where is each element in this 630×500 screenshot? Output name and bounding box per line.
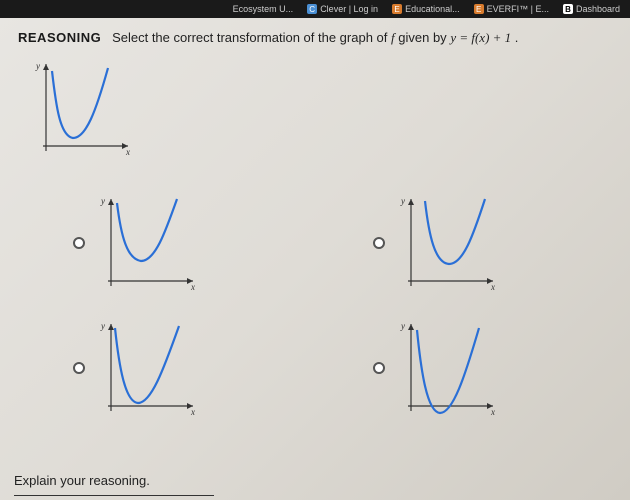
tab-label: Ecosystem U...	[233, 4, 294, 14]
y-axis-label: y	[35, 61, 40, 71]
graph-choice-c: y x	[93, 316, 203, 421]
graph-choices-area: y x y x	[18, 56, 612, 466]
dashboard-icon: B	[563, 4, 573, 14]
clever-icon: C	[307, 4, 317, 14]
graph-choice-a: y x	[93, 191, 203, 296]
svg-text:y: y	[400, 321, 405, 331]
prompt-f: f	[391, 30, 395, 45]
tab-label: EVERFI™ | E...	[487, 4, 549, 14]
svg-text:y: y	[100, 321, 105, 331]
tab-dashboard[interactable]: B Dashboard	[557, 2, 626, 16]
choice-a: y x	[73, 191, 203, 296]
question-prompt: REASONING Select the correct transformat…	[18, 28, 612, 48]
graph-f-original: y x	[28, 56, 138, 161]
svg-text:y: y	[400, 196, 405, 206]
tab-clever[interactable]: C Clever | Log in	[301, 2, 384, 16]
svg-text:y: y	[100, 196, 105, 206]
choice-b: y x	[373, 191, 503, 296]
x-axis-label: x	[125, 147, 130, 157]
tab-label: Clever | Log in	[320, 4, 378, 14]
choice-c: y x	[73, 316, 203, 421]
prompt-text-mid: given by	[398, 30, 450, 45]
graph-choice-b: y x	[393, 191, 503, 296]
tab-ecosystem[interactable]: Ecosystem U...	[227, 2, 300, 16]
tab-everfi[interactable]: E EVERFI™ | E...	[468, 2, 555, 16]
svg-text:x: x	[190, 407, 195, 417]
prompt-equation: y = f(x) + 1	[450, 30, 511, 45]
reasoning-label: REASONING	[18, 30, 101, 45]
tab-label: Dashboard	[576, 4, 620, 14]
graph-choice-d: y x	[393, 316, 503, 421]
radio-choice-a[interactable]	[73, 237, 85, 249]
svg-text:x: x	[190, 282, 195, 292]
browser-tabs-bar: Ecosystem U... C Clever | Log in E Educa…	[0, 0, 630, 18]
radio-choice-b[interactable]	[373, 237, 385, 249]
svg-text:x: x	[490, 282, 495, 292]
radio-choice-d[interactable]	[373, 362, 385, 374]
stem-graph: y x	[28, 56, 138, 161]
prompt-period: .	[515, 30, 519, 45]
svg-text:x: x	[490, 407, 495, 417]
tab-label: Educational...	[405, 4, 460, 14]
explain-answer-field[interactable]	[14, 495, 214, 496]
question-content: REASONING Select the correct transformat…	[0, 18, 630, 476]
prompt-text-before: Select the correct transformation of the…	[112, 30, 391, 45]
everfi-icon: E	[474, 4, 484, 14]
radio-choice-c[interactable]	[73, 362, 85, 374]
educational-icon: E	[392, 4, 402, 14]
choice-d: y x	[373, 316, 503, 421]
explain-reasoning-label: Explain your reasoning.	[14, 473, 150, 488]
tab-educational[interactable]: E Educational...	[386, 2, 466, 16]
